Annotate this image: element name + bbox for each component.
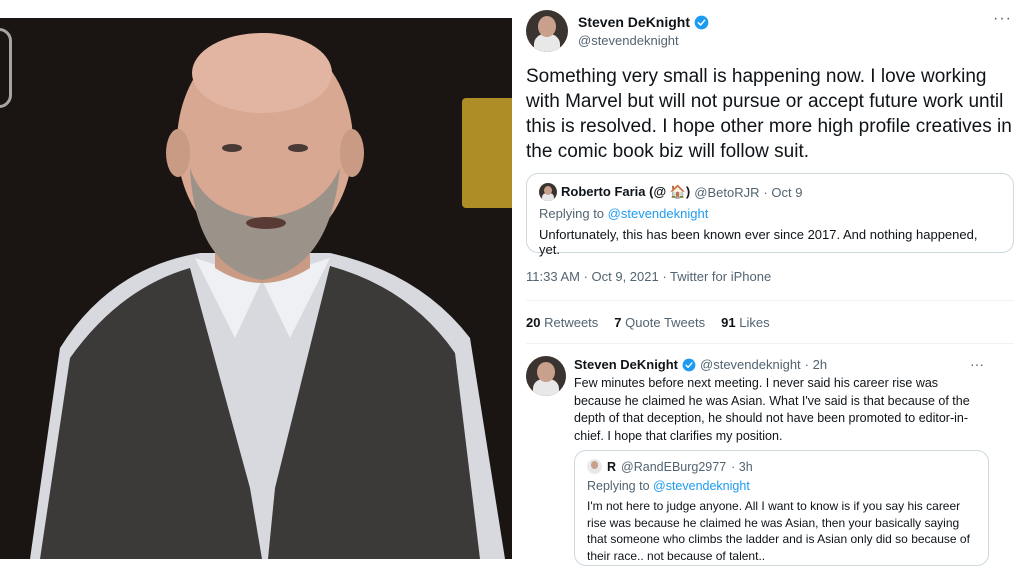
- quoted-tweet[interactable]: Roberto Faria (@ 🏠) @BetoRJR · Oct 9 Rep…: [526, 173, 1014, 257]
- likes-count: 91: [721, 315, 736, 330]
- reply-quoted-handle: @RandEBurg2977: [621, 459, 727, 474]
- likes-label: Likes: [739, 315, 770, 330]
- verified-badge-icon: [694, 15, 709, 29]
- reply-quoted-time: · 3h: [731, 459, 753, 474]
- reply-quoted-avatar: [587, 459, 602, 474]
- reply-quoted-header: R @RandEBurg2977 · 3h: [587, 459, 976, 474]
- author-handle[interactable]: @stevendeknight: [578, 33, 679, 48]
- more-options-icon[interactable]: ···: [993, 10, 1012, 28]
- reply-author-name[interactable]: Steven DeKnight: [574, 357, 678, 372]
- divider: [526, 300, 1014, 301]
- reply-time[interactable]: · 2h: [805, 357, 827, 372]
- author-name-row: Steven DeKnight: [578, 14, 709, 30]
- replying-prefix: Replying to: [539, 206, 608, 221]
- interview-photo: [0, 18, 512, 559]
- reply-quoted-text: I'm not here to judge anyone. All I want…: [587, 499, 970, 563]
- tweet-panel: Steven DeKnight @stevendeknight ··· Some…: [512, 0, 1024, 576]
- replying-to-link[interactable]: @stevendeknight: [653, 479, 750, 493]
- quote-tweets-count: 7: [614, 315, 622, 330]
- reply-author-avatar[interactable]: [526, 356, 566, 396]
- man-portrait: [30, 33, 505, 559]
- replying-to-link[interactable]: @stevendeknight: [608, 206, 709, 221]
- divider: [526, 343, 1014, 344]
- quoted-author-name: Roberto Faria (@ 🏠): [561, 184, 691, 199]
- quoted-tweet-header: Roberto Faria (@ 🏠) @BetoRJR · Oct 9: [539, 183, 1001, 201]
- reply-more-options-icon[interactable]: ···: [970, 356, 984, 372]
- reply-header: Steven DeKnight @stevendeknight · 2h: [574, 357, 827, 372]
- likes-stat[interactable]: 91 Likes: [721, 315, 769, 330]
- retweets-count: 20: [526, 315, 541, 330]
- quote-tweets-stat[interactable]: 7 Quote Tweets: [614, 315, 705, 330]
- retweets-stat[interactable]: 20 Retweets: [526, 315, 598, 330]
- quoted-text: Unfortunately, this has been known ever …: [539, 227, 978, 257]
- reply-quoted-replying-to: Replying to @stevendeknight: [587, 479, 976, 493]
- quoted-replying-to: Replying to @stevendeknight: [539, 206, 1001, 221]
- author-avatar[interactable]: [526, 10, 568, 52]
- quoted-author-avatar: [539, 183, 557, 201]
- tweet-timestamp[interactable]: 11:33 AM · Oct 9, 2021 · Twitter for iPh…: [526, 269, 771, 284]
- reply-quoted-name: R: [607, 459, 617, 474]
- quoted-date: · Oct 9: [763, 184, 803, 200]
- reply-author-handle[interactable]: @stevendeknight: [700, 357, 801, 372]
- tweet-text: Something very small is happening now. I…: [526, 66, 1012, 162]
- quoted-author-handle: @BetoRJR: [694, 184, 760, 200]
- quote-tweets-label: Quote Tweets: [625, 315, 706, 330]
- retweets-label: Retweets: [544, 315, 599, 330]
- reply-quoted-tweet[interactable]: R @RandEBurg2977 · 3h Replying to @steve…: [574, 450, 989, 566]
- engagement-stats: 20 Retweets 7 Quote Tweets 91 Likes: [526, 315, 770, 330]
- replying-prefix: Replying to: [587, 479, 654, 493]
- verified-badge-icon: [682, 358, 696, 371]
- author-name[interactable]: Steven DeKnight: [578, 14, 690, 30]
- reply-text: Few minutes before next meeting. I never…: [574, 376, 970, 443]
